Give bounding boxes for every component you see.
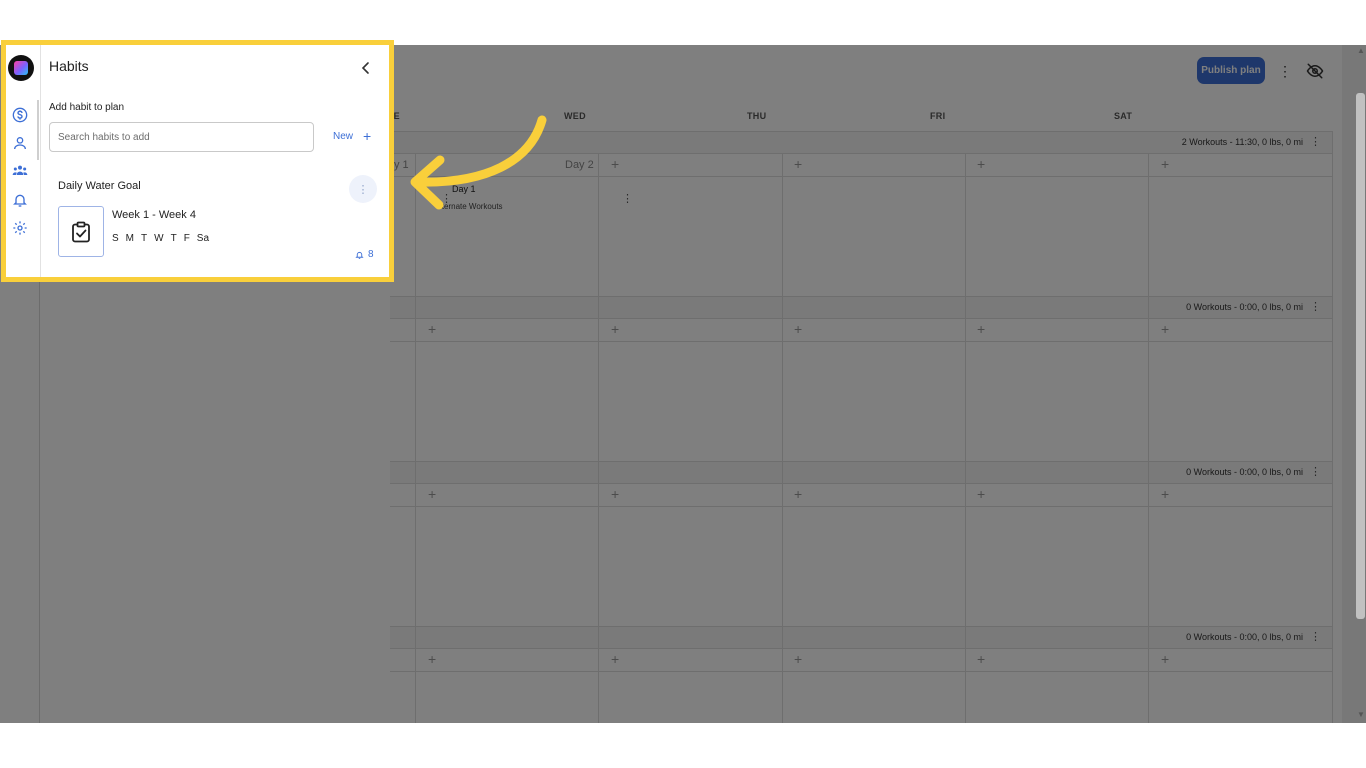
plus-icon: + <box>363 128 372 144</box>
add-workout-icon[interactable]: + <box>977 157 985 171</box>
add-workout-icon[interactable]: + <box>611 487 619 501</box>
add-workout-icon[interactable]: + <box>611 322 619 336</box>
habit-options-icon[interactable]: ⋮ <box>349 175 377 203</box>
habit-day: T <box>170 233 177 244</box>
add-workout-icon[interactable]: + <box>428 487 436 501</box>
add-workout-icon[interactable]: + <box>1161 487 1169 501</box>
add-workout-icon[interactable]: + <box>977 487 985 501</box>
add-workout-row: + + + + + <box>390 319 1333 342</box>
day-2-label: Day 2 <box>565 159 594 171</box>
workout-options-icon[interactable]: ⋮ <box>622 192 633 205</box>
app-logo[interactable] <box>8 55 34 81</box>
week-summary-text: 0 Workouts - 0:00, 0 lbs, 0 mi <box>1186 467 1303 477</box>
add-workout-row: + + + + + <box>390 484 1333 507</box>
new-habit-button[interactable]: New + <box>333 128 372 144</box>
day-header-fri: FRI <box>930 111 946 121</box>
panel-side-rail <box>6 45 41 277</box>
column-divider <box>965 154 966 723</box>
week-summary-bar: 0 Workouts - 0:00, 0 lbs, 0 mi ⋮ <box>390 461 1333 484</box>
habit-day: T <box>141 233 148 244</box>
habits-panel-highlight: Habits Add habit to plan New + Daily Wat… <box>1 40 394 282</box>
week-summary-text: 0 Workouts - 0:00, 0 lbs, 0 mi <box>1186 632 1303 642</box>
habit-days: S M T W T F Sa <box>112 233 209 244</box>
habit-name: Daily Water Goal <box>58 180 141 192</box>
more-options-icon[interactable]: ⋮ <box>1278 62 1292 80</box>
column-divider <box>1148 154 1149 723</box>
annotation-arrow-icon <box>410 115 547 210</box>
reminder-count: 8 <box>368 249 374 260</box>
gear-icon[interactable] <box>12 220 28 236</box>
week-options-icon[interactable]: ⋮ <box>1310 465 1321 478</box>
habit-day: F <box>183 233 190 244</box>
add-workout-icon[interactable]: + <box>1161 652 1169 666</box>
screenshot-stage: Publish plan ⋮ TUE WED THU FRI SAT 2 Wor… <box>0 0 1366 768</box>
add-workout-icon[interactable]: + <box>428 652 436 666</box>
add-workout-icon[interactable]: + <box>611 652 619 666</box>
group-icon[interactable] <box>12 163 28 179</box>
clipboard-check-icon <box>72 221 90 242</box>
week-options-icon[interactable]: ⋮ <box>1310 630 1321 643</box>
add-workout-icon[interactable]: + <box>1161 322 1169 336</box>
habit-reminders: 8 <box>355 249 374 260</box>
column-divider <box>1332 131 1333 723</box>
week-summary-bar: 0 Workouts - 0:00, 0 lbs, 0 mi ⋮ <box>390 626 1333 649</box>
add-workout-icon[interactable]: + <box>611 157 619 171</box>
add-workout-icon[interactable]: + <box>794 652 802 666</box>
eye-off-icon[interactable] <box>1306 62 1324 80</box>
bell-icon <box>355 251 364 259</box>
habit-day: W <box>154 233 164 244</box>
add-workout-icon[interactable]: + <box>977 652 985 666</box>
add-workout-icon[interactable]: + <box>794 322 802 336</box>
day-header-thu: THU <box>747 111 767 121</box>
add-workout-icon[interactable]: + <box>794 157 802 171</box>
scroll-up-arrow-icon[interactable]: ▲ <box>1357 46 1365 55</box>
scrollbar-thumb[interactable] <box>1356 93 1365 619</box>
rail-active-indicator <box>37 100 39 160</box>
day-header-sat: SAT <box>1114 111 1133 121</box>
add-workout-icon[interactable]: + <box>794 487 802 501</box>
add-workout-icon[interactable]: + <box>1161 157 1169 171</box>
week-summary-text: 0 Workouts - 0:00, 0 lbs, 0 mi <box>1186 302 1303 312</box>
column-divider <box>598 154 599 723</box>
habit-day: S <box>112 233 119 244</box>
bell-icon[interactable] <box>12 192 28 208</box>
column-divider <box>415 154 416 723</box>
panel-title: Habits <box>49 58 89 74</box>
habit-day: Sa <box>196 233 210 244</box>
habit-icon-box <box>58 206 104 257</box>
person-icon[interactable] <box>12 135 28 151</box>
week-options-icon[interactable]: ⋮ <box>1310 135 1321 148</box>
chevron-left-icon[interactable] <box>360 61 372 75</box>
add-habit-label: Add habit to plan <box>49 102 125 113</box>
publish-plan-button[interactable]: Publish plan <box>1197 57 1265 84</box>
column-divider <box>782 154 783 723</box>
day-header-wed: WED <box>564 111 586 121</box>
habit-week-range: Week 1 - Week 4 <box>112 209 196 221</box>
add-workout-icon[interactable]: + <box>428 322 436 336</box>
search-habits-input[interactable] <box>49 122 314 152</box>
week-options-icon[interactable]: ⋮ <box>1310 300 1321 313</box>
habit-day: M <box>125 233 135 244</box>
add-workout-row: + + + + + <box>390 649 1333 672</box>
add-workout-icon[interactable]: + <box>977 322 985 336</box>
week-summary-bar: 0 Workouts - 0:00, 0 lbs, 0 mi ⋮ <box>390 296 1333 319</box>
week-summary-text: 2 Workouts - 11:30, 0 lbs, 0 mi <box>1181 137 1303 147</box>
habit-card[interactable]: Daily Water Goal ⋮ Week 1 - Week 4 S M T… <box>49 167 383 272</box>
new-habit-label: New <box>333 130 354 142</box>
scroll-down-arrow-icon[interactable]: ▼ <box>1357 710 1365 719</box>
dollar-icon[interactable] <box>12 107 28 123</box>
